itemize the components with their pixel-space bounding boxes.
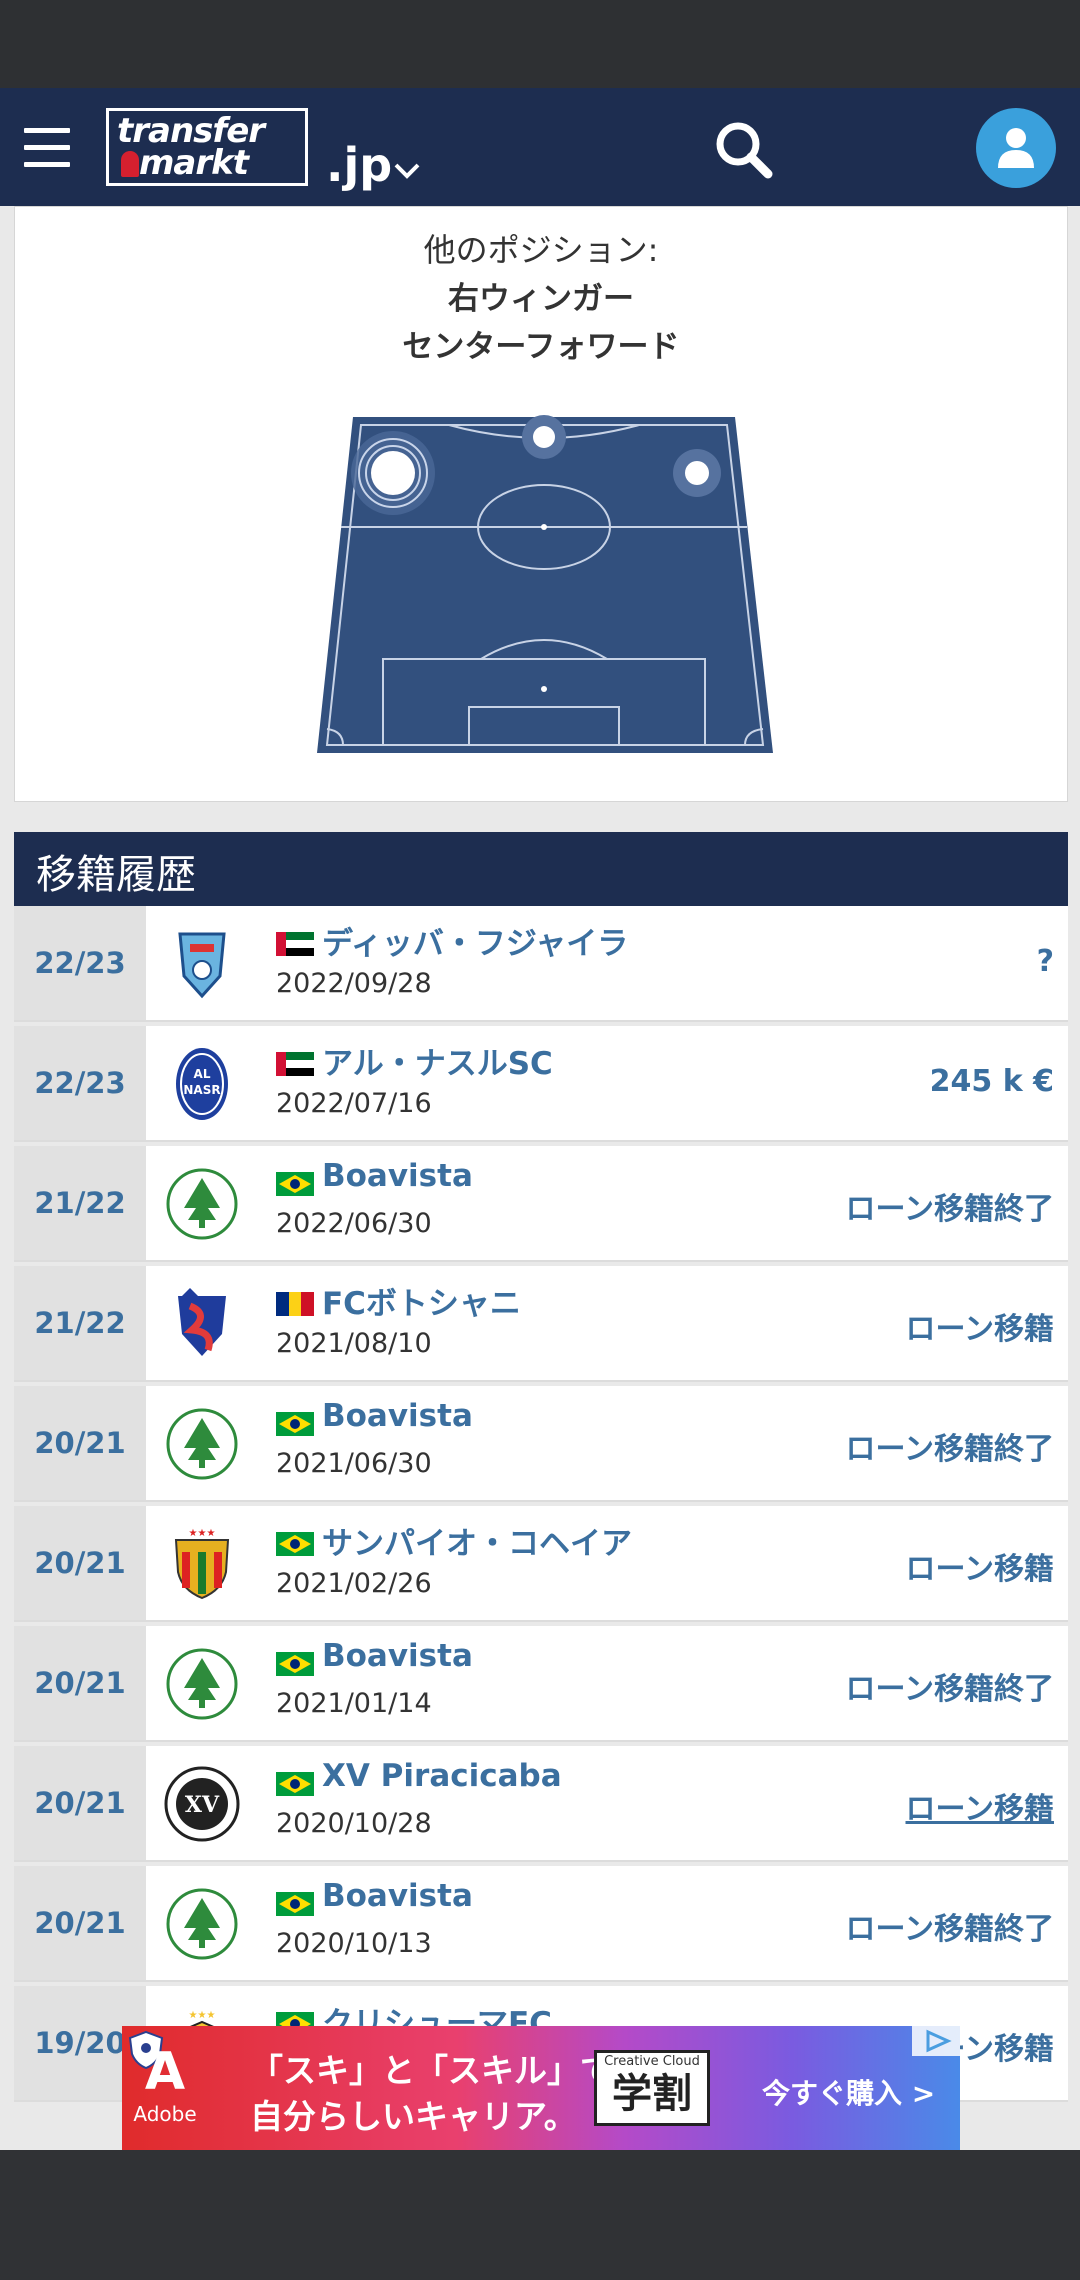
position-card: 他のポジション: 右ウィンガー センターフォワード: [14, 206, 1068, 802]
ad-subheadline: 自分らしいキャリア。: [250, 2097, 577, 2136]
transfer-date: 2022/06/30: [276, 1208, 432, 1239]
season: 22/23: [14, 1026, 146, 1140]
pitch-diagram: [317, 415, 773, 753]
transfer-date: 2021/01/14: [276, 1688, 432, 1719]
club-crest-icon[interactable]: [162, 1644, 242, 1724]
ad-badge-big-text: 学割: [612, 2071, 692, 2117]
user-icon: [998, 128, 1034, 168]
ad-choices-icon[interactable]: [912, 2026, 960, 2056]
transfer-fee[interactable]: ローン移籍: [906, 1784, 1055, 1828]
club-link[interactable]: Boavista: [322, 1158, 473, 1194]
transfer-fee[interactable]: ローン移籍終了: [846, 1184, 1055, 1228]
club-link[interactable]: サンパイオ・コヘイア: [322, 1518, 632, 1563]
transfer-row[interactable]: 20/21 ★★★ サンパイオ・コヘイア 2021/02/26 ローン移籍: [14, 1506, 1068, 1622]
svg-text:AL: AL: [194, 1067, 211, 1081]
season: 22/23: [14, 906, 146, 1020]
ad-badge-small-text: Creative Cloud: [604, 2054, 700, 2069]
brazil-flag-icon: [276, 1172, 314, 1196]
brazil-flag-icon: [276, 1652, 314, 1676]
transfer-fee[interactable]: ローン移籍終了: [846, 1664, 1055, 1708]
logo-text-bottom: markt: [139, 143, 249, 183]
transfer-date: 2022/09/28: [276, 968, 432, 999]
transfer-row[interactable]: 21/22 Boavista 2022/06/30 ローン移籍終了: [14, 1146, 1068, 1262]
transfer-fee[interactable]: ローン移籍: [906, 1304, 1055, 1348]
club-crest-icon[interactable]: [162, 1164, 242, 1244]
transfer-history-list: 22/23 ディッバ・フジャイラ 2022/09/28 ? 22/23 AL N…: [14, 906, 1068, 2106]
adobe-logo: A Adobe: [130, 2042, 200, 2142]
season: 20/21: [14, 1746, 146, 1860]
user-account-button[interactable]: [976, 108, 1056, 188]
transfer-row[interactable]: 20/21 XV XV Piracicaba 2020/10/28 ローン移籍: [14, 1746, 1068, 1862]
domain-selector-label[interactable]: .jp: [326, 138, 392, 192]
ad-headline: 「スキ」と「スキル」で: [250, 2051, 613, 2090]
club-link[interactable]: FCボトシャニ: [322, 1278, 521, 1323]
svg-text:XV: XV: [185, 1792, 220, 1818]
transfer-row[interactable]: 20/21 Boavista 2020/10/13 ローン移籍終了: [14, 1866, 1068, 1982]
club-crest-icon[interactable]: ★★★: [162, 1524, 242, 1604]
transfer-date: 2020/10/13: [276, 1928, 432, 1959]
transfer-row[interactable]: 22/23 ディッバ・フジャイラ 2022/09/28 ?: [14, 906, 1068, 1022]
status-bar: [0, 0, 1080, 88]
transfer-date: 2021/02/26: [276, 1568, 432, 1599]
transfer-fee[interactable]: ローン移籍: [906, 1544, 1055, 1588]
svg-text:★★★: ★★★: [189, 1528, 216, 1539]
club-crest-icon[interactable]: AL NASR: [162, 1044, 242, 1124]
adobe-logo-icon: A: [144, 2042, 186, 2102]
brazil-flag-icon: [276, 1772, 314, 1796]
uae-flag-icon: [276, 1052, 314, 1076]
transfer-fee[interactable]: ローン移籍終了: [846, 1424, 1055, 1468]
transfer-fee[interactable]: ?: [1037, 944, 1054, 979]
brazil-flag-icon: [276, 1532, 314, 1556]
club-link[interactable]: Boavista: [322, 1638, 473, 1674]
club-crest-icon[interactable]: XV: [162, 1764, 242, 1844]
adobe-brand-text: Adobe: [133, 2102, 197, 2126]
logo-mark: [121, 151, 139, 177]
club-link[interactable]: XV Piracicaba: [322, 1758, 562, 1794]
advertisement-banner[interactable]: A Adobe 「スキ」と「スキル」で 自分らしいキャリア。 Creative …: [122, 2026, 960, 2154]
transfer-row[interactable]: 20/21 Boavista 2021/06/30 ローン移籍終了: [14, 1386, 1068, 1502]
hamburger-menu-icon[interactable]: [24, 128, 70, 167]
svg-text:NASR: NASR: [183, 1083, 220, 1097]
position-item: センターフォワード: [402, 329, 680, 365]
season: 20/21: [14, 1386, 146, 1500]
system-navigation-bar: [0, 2150, 1080, 2280]
season: 20/21: [14, 1626, 146, 1740]
page-content: 他のポジション: 右ウィンガー センターフォワード 移籍履歴 22/23 ディッ…: [0, 206, 1080, 2150]
brazil-flag-icon: [276, 1412, 314, 1436]
top-navigation: transfer markt .jp: [0, 88, 1080, 206]
transfer-fee[interactable]: ローン移籍終了: [846, 1904, 1055, 1948]
season: 20/21: [14, 1506, 146, 1620]
transfer-date: 2021/08/10: [276, 1328, 432, 1359]
brazil-flag-icon: [276, 1892, 314, 1916]
transfer-date: 2021/06/30: [276, 1448, 432, 1479]
position-item: 右ウィンガー: [448, 281, 634, 317]
transfer-history-title: 移籍履歴: [14, 832, 1068, 906]
transfer-row[interactable]: 20/21 Boavista 2021/01/14 ローン移籍終了: [14, 1626, 1068, 1742]
season: 21/22: [14, 1266, 146, 1380]
club-crest-icon[interactable]: [162, 1884, 242, 1964]
search-icon[interactable]: [712, 118, 776, 182]
ad-product-badge: Creative Cloud 学割: [594, 2050, 710, 2126]
transfer-row[interactable]: 22/23 AL NASR アル・ナスルSC 2022/07/16 245 k …: [14, 1026, 1068, 1142]
site-logo[interactable]: transfer markt: [106, 108, 308, 186]
transfer-date: 2022/07/16: [276, 1088, 432, 1119]
club-crest-icon[interactable]: [162, 924, 242, 1004]
club-link[interactable]: Boavista: [322, 1878, 473, 1914]
season: 20/21: [14, 1866, 146, 1980]
uae-flag-icon: [276, 932, 314, 956]
season: 21/22: [14, 1146, 146, 1260]
other-positions-label: 他のポジション:: [423, 231, 659, 269]
club-link[interactable]: アル・ナスルSC: [322, 1038, 553, 1083]
club-link[interactable]: Boavista: [322, 1398, 473, 1434]
transfer-date: 2020/10/28: [276, 1808, 432, 1839]
romania-flag-icon: [276, 1292, 314, 1316]
club-crest-icon[interactable]: [162, 1404, 242, 1484]
club-link[interactable]: ディッバ・フジャイラ: [322, 918, 628, 963]
svg-text:★★★: ★★★: [189, 2010, 216, 2021]
chevron-down-icon[interactable]: [392, 156, 422, 186]
ad-buy-now-button[interactable]: 今すぐ購入 >: [762, 2072, 935, 2112]
transfer-fee[interactable]: 245 k €: [930, 1064, 1054, 1099]
transfer-row[interactable]: 21/22 FCボトシャニ 2021/08/10 ローン移籍: [14, 1266, 1068, 1382]
club-crest-icon[interactable]: [162, 1284, 242, 1364]
